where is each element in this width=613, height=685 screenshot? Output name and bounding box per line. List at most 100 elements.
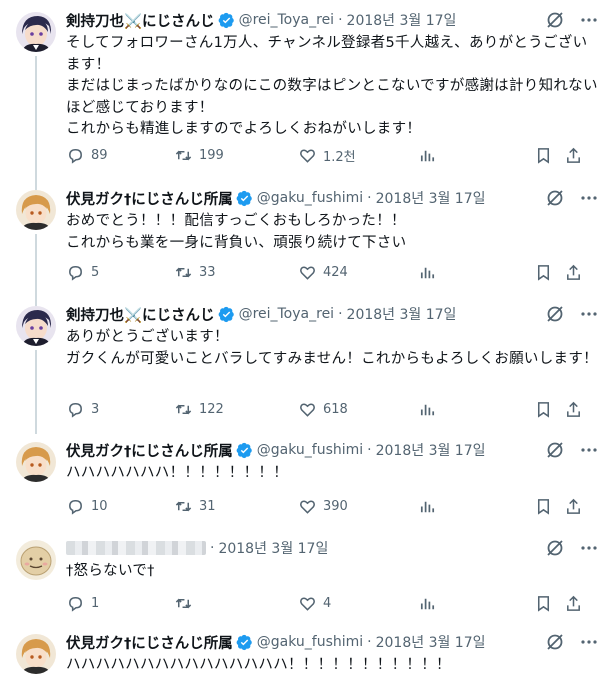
tweet-date[interactable]: 2018년 3월 17일 [376, 440, 486, 460]
verified-badge-icon [236, 442, 253, 459]
display-name[interactable]: 伏見ガク†にじさんじ所属 [66, 188, 233, 209]
avatar[interactable] [16, 190, 56, 230]
grok-icon[interactable] [545, 632, 565, 652]
reply-count: 1 [91, 595, 100, 611]
reply-button[interactable]: 3 [66, 400, 99, 419]
share-button[interactable] [564, 594, 583, 613]
display-name[interactable]: 剣持刀也⚔️にじさんじ [66, 304, 215, 325]
separator-dot: · [367, 442, 372, 458]
reply-icon [69, 596, 82, 612]
like-button[interactable]: 4 [298, 594, 331, 613]
like-button[interactable]: 1.2천 [298, 146, 356, 165]
reply-button[interactable]: 5 [66, 263, 99, 282]
thread-line [35, 56, 37, 190]
reply-button[interactable]: 89 [66, 146, 108, 165]
like-button[interactable]: 390 [298, 497, 348, 516]
display-name[interactable]: 伏見ガク†にじさんじ所属 [66, 632, 233, 653]
bookmark-button[interactable] [534, 400, 553, 419]
like-button[interactable]: 424 [298, 263, 348, 282]
retweet-button[interactable]: 31 [174, 497, 216, 516]
tweet-date[interactable]: 2018년 3월 17일 [376, 188, 486, 208]
grok-icon[interactable] [545, 538, 565, 558]
share-icon [567, 401, 580, 417]
grok-icon[interactable] [545, 304, 565, 324]
tweet-date[interactable]: 2018년 3월 17일 [347, 10, 457, 30]
user-handle[interactable]: @gaku_fushimi [257, 634, 363, 650]
display-name[interactable]: 剣持刀也⚔️にじさんじ [66, 10, 215, 31]
more-icon[interactable] [579, 188, 599, 208]
share-button[interactable] [564, 263, 583, 282]
tweet-actions: 3 122 618 [66, 399, 599, 419]
tweet-text: ハハハハハハハハハハハハハハハ！！！！！！！！！！！ [66, 657, 451, 673]
bookmark-button[interactable] [534, 146, 553, 165]
tweet-body: · 2018년 3월 17일 †怒らないで† [66, 538, 599, 583]
share-button[interactable] [564, 400, 583, 419]
views-button[interactable] [418, 400, 437, 419]
tweet[interactable]: · 2018년 3월 17일 †怒らないで† 1 4 [0, 536, 613, 626]
more-icon[interactable] [579, 10, 599, 30]
bookmark-button[interactable] [534, 594, 553, 613]
separator-dot: · [367, 190, 372, 206]
tweet[interactable]: 剣持刀也⚔️にじさんじ @rei_Toya_rei · 2018년 3월 17일… [0, 302, 613, 434]
tweet-date[interactable]: 2018년 3월 17일 [347, 304, 457, 324]
more-icon[interactable] [579, 538, 599, 558]
tweet[interactable]: 伏見ガク†にじさんじ所属 @gaku_fushimi · 2018년 3월 17… [0, 438, 613, 528]
heart-icon [300, 596, 315, 611]
reply-count: 5 [91, 264, 100, 280]
header-icons [545, 538, 599, 558]
views-button[interactable] [418, 146, 437, 165]
retweet-count: 122 [199, 401, 224, 417]
views-button[interactable] [418, 594, 437, 613]
user-handle[interactable]: @gaku_fushimi [257, 442, 363, 458]
grok-icon[interactable] [545, 10, 565, 30]
share-icon [567, 264, 580, 280]
header-icons [545, 632, 599, 652]
tweet[interactable]: 伏見ガク†にじさんじ所属 @gaku_fushimi · 2018년 3월 17… [0, 180, 613, 306]
avatar[interactable] [16, 306, 56, 346]
tweet-body: 剣持刀也⚔️にじさんじ @rei_Toya_rei · 2018년 3월 17일… [66, 10, 599, 141]
user-handle[interactable]: @rei_Toya_rei [239, 12, 335, 28]
analytics-icon [420, 501, 435, 512]
views-button[interactable] [418, 497, 437, 516]
tweet-header: 伏見ガク†にじさんじ所属 @gaku_fushimi · 2018년 3월 17… [66, 632, 599, 652]
bookmark-button[interactable] [534, 263, 553, 282]
views-button[interactable] [418, 263, 437, 282]
avatar[interactable] [16, 442, 56, 482]
avatar[interactable] [16, 634, 56, 674]
more-icon[interactable] [579, 304, 599, 324]
tweet-date[interactable]: 2018년 3월 17일 [376, 632, 486, 652]
thread-line [35, 234, 37, 306]
avatar[interactable] [16, 12, 56, 52]
reply-count: 3 [91, 401, 100, 417]
retweet-button[interactable]: 199 [174, 146, 224, 165]
retweet-button[interactable] [174, 594, 199, 613]
grok-icon[interactable] [545, 440, 565, 460]
display-name[interactable]: 伏見ガク†にじさんじ所属 [66, 440, 233, 461]
retweet-icon [175, 404, 192, 414]
retweet-icon [175, 150, 192, 160]
retweet-button[interactable]: 33 [174, 263, 216, 282]
verified-badge-icon [218, 12, 235, 29]
avatar[interactable] [16, 540, 56, 580]
grok-icon[interactable] [545, 188, 565, 208]
bookmark-button[interactable] [534, 497, 553, 516]
more-icon[interactable] [579, 632, 599, 652]
more-icon[interactable] [579, 440, 599, 460]
reply-button[interactable]: 1 [66, 594, 99, 613]
user-handle[interactable]: @gaku_fushimi [257, 190, 363, 206]
separator-dot: · [367, 634, 372, 650]
verified-badge-icon [236, 190, 253, 207]
tweet[interactable]: 伏見ガク†にじさんじ所属 @gaku_fushimi · 2018년 3월 17… [0, 630, 613, 685]
user-handle[interactable]: @rei_Toya_rei [239, 306, 335, 322]
share-button[interactable] [564, 146, 583, 165]
tweet-text: †怒らないで† [66, 563, 155, 579]
separator-dot: · [338, 12, 343, 28]
like-count: 4 [323, 595, 332, 611]
retweet-button[interactable]: 122 [174, 400, 224, 419]
tweet-date[interactable]: 2018년 3월 17일 [218, 538, 328, 558]
tweet[interactable]: 剣持刀也⚔️にじさんじ @rei_Toya_rei · 2018년 3월 17일… [0, 8, 613, 190]
share-button[interactable] [564, 497, 583, 516]
bookmark-icon [537, 498, 550, 515]
like-button[interactable]: 618 [298, 400, 348, 419]
reply-button[interactable]: 10 [66, 497, 108, 516]
